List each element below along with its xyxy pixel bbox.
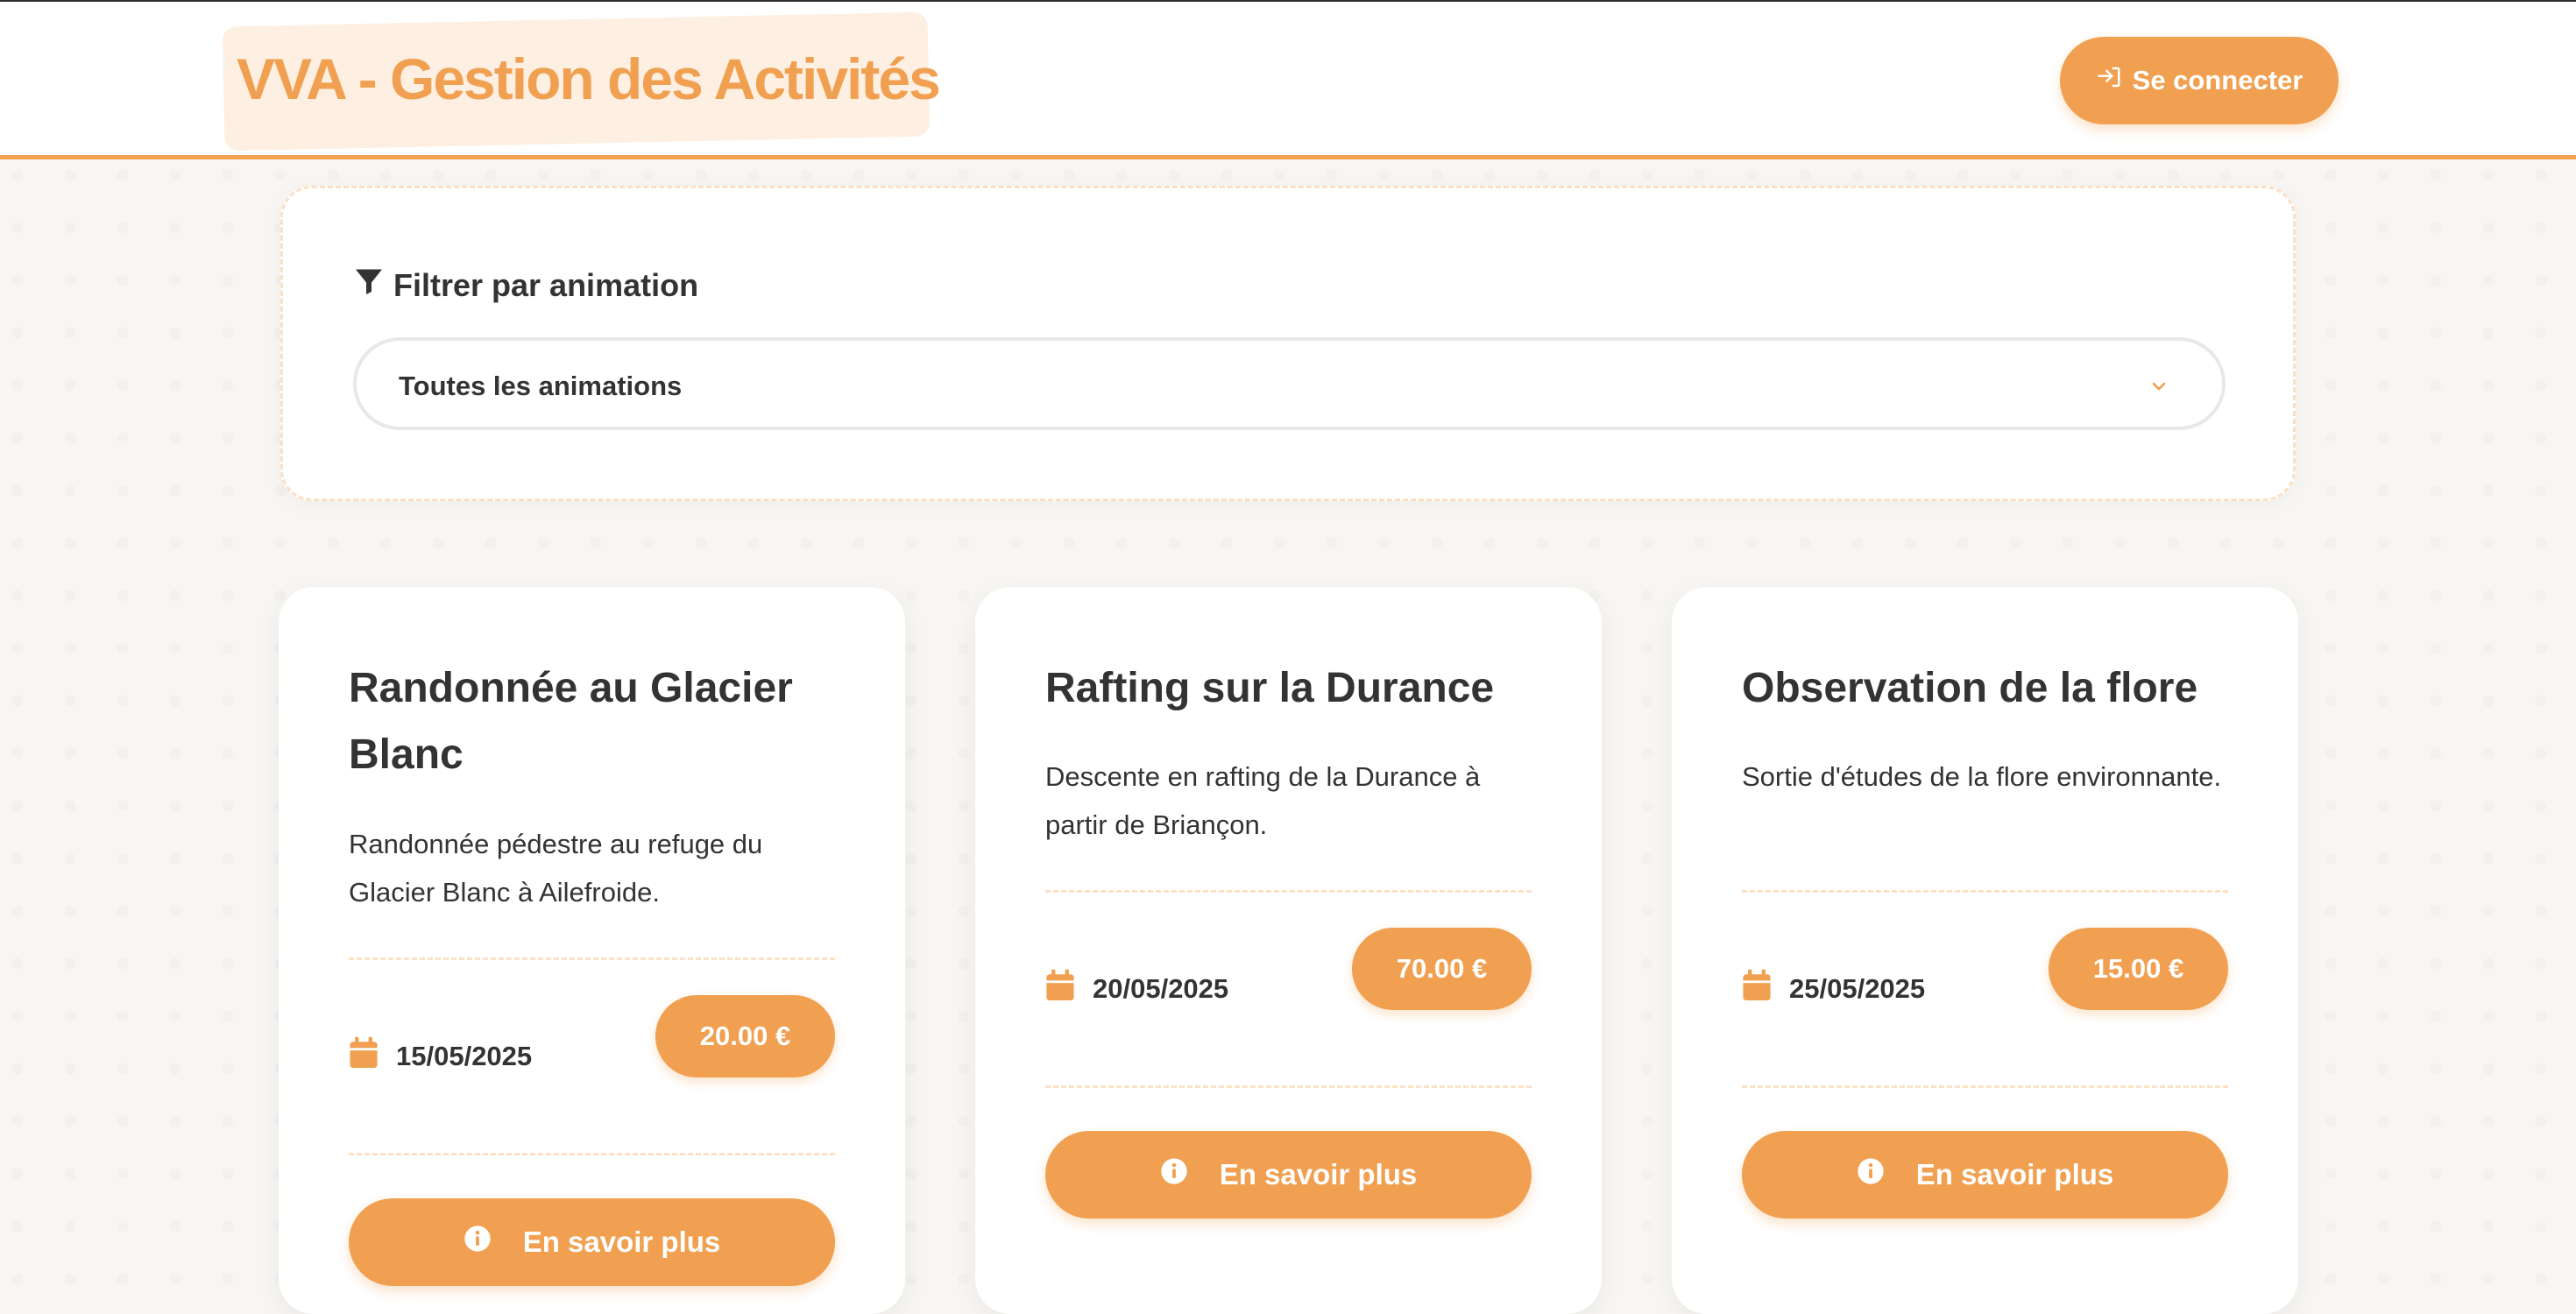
filter-label-row: Filtrer par animation xyxy=(353,265,698,305)
price-badge: 70.00 € xyxy=(1352,928,1532,1010)
activity-card: Observation de la flore Sortie d'études … xyxy=(1672,587,2298,1314)
sign-in-icon xyxy=(2096,64,2122,97)
more-info-label: En savoir plus xyxy=(1915,1158,2114,1190)
info-circle-icon xyxy=(1857,1157,1885,1192)
filter-panel: Filtrer par animation Toutes les animati… xyxy=(280,186,2296,501)
activity-description: Randonnée pédestre au refuge du Glacier … xyxy=(349,829,763,908)
filter-selected-value: Toutes les animations xyxy=(399,371,683,401)
activity-date-row: 15/05/2025 xyxy=(349,1036,532,1077)
divider xyxy=(349,957,835,960)
more-info-label: En savoir plus xyxy=(1219,1158,1418,1190)
activity-title: Rafting sur la Durance xyxy=(1045,665,1495,711)
activity-date-row: 20/05/2025 xyxy=(1045,969,1228,1009)
activity-description: Sortie d'études de la flore environnante… xyxy=(1742,761,2222,792)
activity-title: Randonnée au Glacier Blanc xyxy=(349,665,793,778)
activity-date: 15/05/2025 xyxy=(396,1041,533,1071)
divider xyxy=(1742,1085,2228,1088)
activity-card: Rafting sur la Durance Descente en rafti… xyxy=(975,587,1602,1314)
info-circle-icon xyxy=(464,1225,492,1260)
animation-filter-select[interactable]: Toutes les animations xyxy=(353,337,2226,430)
more-info-button[interactable]: En savoir plus xyxy=(1742,1131,2228,1219)
activity-date: 25/05/2025 xyxy=(1789,973,1926,1004)
info-circle-icon xyxy=(1160,1157,1188,1192)
activity-description: Descente en rafting de la Durance à part… xyxy=(1045,761,1481,840)
price-badge: 15.00 € xyxy=(2049,928,2228,1010)
activity-title: Observation de la flore xyxy=(1742,665,2198,711)
divider xyxy=(1045,1085,1532,1088)
funnel-icon xyxy=(353,265,385,305)
calendar-icon xyxy=(1742,969,1772,1009)
more-info-button[interactable]: En savoir plus xyxy=(349,1198,835,1286)
activity-date: 20/05/2025 xyxy=(1093,973,1229,1004)
login-label: Se connecter xyxy=(2132,65,2304,95)
activity-card: Randonnée au Glacier Blanc Randonnée péd… xyxy=(279,587,905,1314)
divider xyxy=(1045,890,1532,893)
more-info-label: En savoir plus xyxy=(522,1226,721,1258)
site-header: VVA - Gestion des Activités Se connecter xyxy=(0,2,2576,159)
calendar-icon xyxy=(1045,969,1075,1009)
price-badge: 20.00 € xyxy=(655,995,835,1077)
more-info-button[interactable]: En savoir plus xyxy=(1045,1131,1532,1219)
divider xyxy=(349,1153,835,1155)
calendar-icon xyxy=(349,1036,379,1077)
divider xyxy=(1742,890,2228,893)
filter-label: Filtrer par animation xyxy=(393,266,699,303)
site-title[interactable]: VVA - Gestion des Activités xyxy=(237,46,941,112)
login-button[interactable]: Se connecter xyxy=(2060,37,2339,124)
activity-date-row: 25/05/2025 xyxy=(1742,969,1925,1009)
